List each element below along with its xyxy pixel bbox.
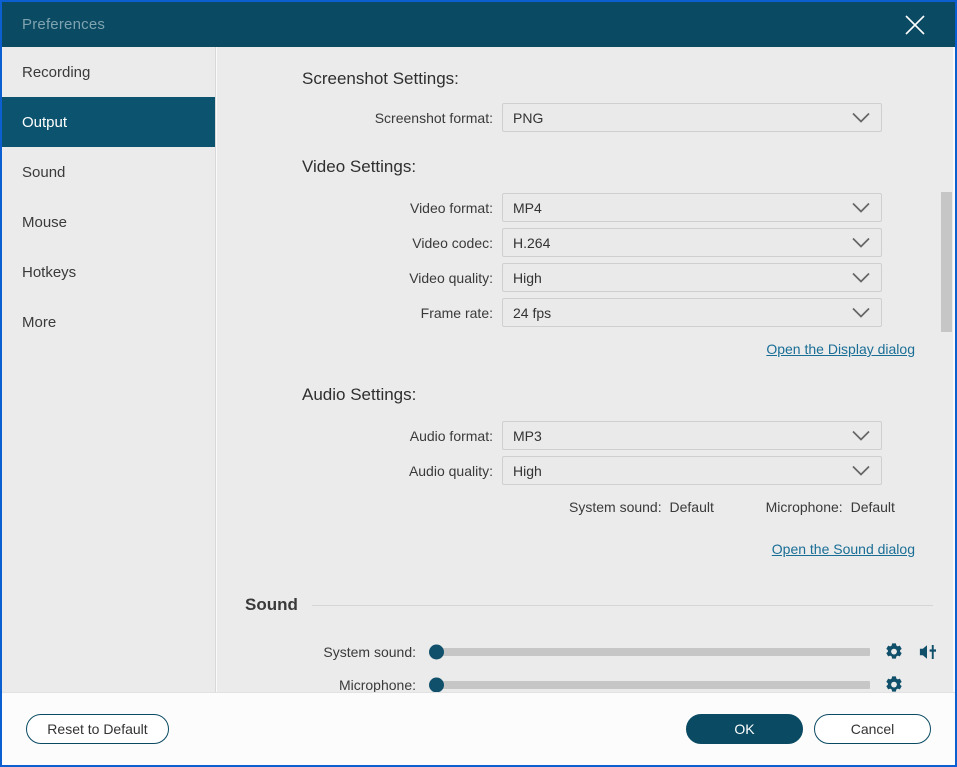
screenshot-format-label: Screenshot format: xyxy=(302,110,502,126)
preferences-window: Preferences Recording Output Sound Mouse… xyxy=(0,0,957,767)
sidebar-item-recording[interactable]: Recording xyxy=(2,47,215,97)
chevron-down-icon xyxy=(852,112,870,123)
microphone-device-value: Default xyxy=(851,499,895,515)
sidebar-item-label: Recording xyxy=(22,64,90,81)
video-format-select[interactable]: MP4 xyxy=(502,193,882,222)
system-sound-slider[interactable] xyxy=(430,648,870,656)
audio-format-row: Audio format: MP3 xyxy=(302,421,882,450)
open-display-dialog-link[interactable]: Open the Display dialog xyxy=(766,341,915,357)
sidebar-item-hotkeys[interactable]: Hotkeys xyxy=(2,247,215,297)
sidebar-item-label: Sound xyxy=(22,164,65,181)
microphone-device-label: Microphone: xyxy=(766,499,843,515)
video-codec-select[interactable]: H.264 xyxy=(502,228,882,257)
close-icon xyxy=(902,12,928,38)
chevron-down-icon xyxy=(852,307,870,318)
system-sound-slider-label: System sound: xyxy=(245,644,430,660)
audio-format-label: Audio format: xyxy=(302,428,502,444)
sidebar-item-label: Mouse xyxy=(22,214,67,231)
video-format-value: MP4 xyxy=(503,200,542,216)
video-codec-label: Video codec: xyxy=(302,235,502,251)
chevron-down-icon xyxy=(852,237,870,248)
chevron-down-icon xyxy=(852,465,870,476)
video-quality-select[interactable]: High xyxy=(502,263,882,292)
window-title: Preferences xyxy=(22,16,105,33)
chevron-down-icon xyxy=(852,202,870,213)
cancel-button[interactable]: Cancel xyxy=(814,714,931,744)
microphone-slider-row: Microphone: xyxy=(245,675,904,693)
audio-format-value: MP3 xyxy=(503,428,542,444)
reset-to-default-button[interactable]: Reset to Default xyxy=(26,714,169,744)
gear-icon[interactable] xyxy=(884,675,904,693)
video-settings-heading: Video Settings: xyxy=(302,157,416,177)
ok-label: OK xyxy=(734,721,754,737)
video-format-row: Video format: MP4 xyxy=(302,193,882,222)
audio-settings-heading: Audio Settings: xyxy=(302,385,416,405)
frame-rate-label: Frame rate: xyxy=(302,305,502,321)
audio-format-select[interactable]: MP3 xyxy=(502,421,882,450)
sidebar-item-mouse[interactable]: Mouse xyxy=(2,197,215,247)
system-sound-device-label: System sound: xyxy=(569,499,662,515)
audio-devices-row: System sound: Default Microphone: Defaul… xyxy=(569,499,899,515)
sidebar-item-label: More xyxy=(22,314,56,331)
sidebar-item-more[interactable]: More xyxy=(2,297,215,347)
content-scrollbar[interactable] xyxy=(940,47,953,693)
settings-content: Screenshot Settings: Screenshot format: … xyxy=(217,47,953,693)
video-format-label: Video format: xyxy=(302,200,502,216)
frame-rate-value: 24 fps xyxy=(503,305,551,321)
microphone-slider-thumb[interactable] xyxy=(429,678,444,693)
video-quality-value: High xyxy=(503,270,542,286)
speaker-icon[interactable] xyxy=(918,642,938,662)
sound-section-header: Sound xyxy=(245,595,933,615)
frame-rate-row: Frame rate: 24 fps xyxy=(302,298,882,327)
sidebar-item-sound[interactable]: Sound xyxy=(2,147,215,197)
sidebar: Recording Output Sound Mouse Hotkeys Mor… xyxy=(2,47,216,693)
chevron-down-icon xyxy=(852,272,870,283)
screenshot-format-row: Screenshot format: PNG xyxy=(302,103,882,132)
scrollbar-thumb[interactable] xyxy=(941,192,952,332)
ok-button[interactable]: OK xyxy=(686,714,803,744)
section-divider xyxy=(312,605,933,606)
title-bar: Preferences xyxy=(2,2,955,47)
microphone-slider-label: Microphone: xyxy=(245,677,430,693)
sidebar-item-label: Output xyxy=(22,114,67,131)
system-sound-slider-thumb[interactable] xyxy=(429,645,444,660)
video-codec-value: H.264 xyxy=(503,235,550,251)
dialog-footer: Reset to Default OK Cancel xyxy=(2,692,955,765)
audio-quality-row: Audio quality: High xyxy=(302,456,882,485)
video-quality-label: Video quality: xyxy=(302,270,502,286)
sidebar-item-output[interactable]: Output xyxy=(2,97,215,147)
cancel-label: Cancel xyxy=(851,721,895,737)
screenshot-format-value: PNG xyxy=(503,110,543,126)
video-quality-row: Video quality: High xyxy=(302,263,882,292)
audio-quality-label: Audio quality: xyxy=(302,463,502,479)
screenshot-settings-heading: Screenshot Settings: xyxy=(302,69,459,89)
close-button[interactable] xyxy=(891,2,939,47)
audio-quality-value: High xyxy=(503,463,542,479)
frame-rate-select[interactable]: 24 fps xyxy=(502,298,882,327)
sound-section-title: Sound xyxy=(245,595,298,615)
sidebar-item-label: Hotkeys xyxy=(22,264,76,281)
gear-icon[interactable] xyxy=(884,642,904,662)
reset-to-default-label: Reset to Default xyxy=(47,721,147,737)
microphone-slider[interactable] xyxy=(430,681,870,689)
audio-quality-select[interactable]: High xyxy=(502,456,882,485)
system-sound-slider-row: System sound: xyxy=(245,642,938,662)
chevron-down-icon xyxy=(852,430,870,441)
open-sound-dialog-link[interactable]: Open the Sound dialog xyxy=(772,541,915,557)
video-codec-row: Video codec: H.264 xyxy=(302,228,882,257)
screenshot-format-select[interactable]: PNG xyxy=(502,103,882,132)
system-sound-device-value: Default xyxy=(670,499,714,515)
